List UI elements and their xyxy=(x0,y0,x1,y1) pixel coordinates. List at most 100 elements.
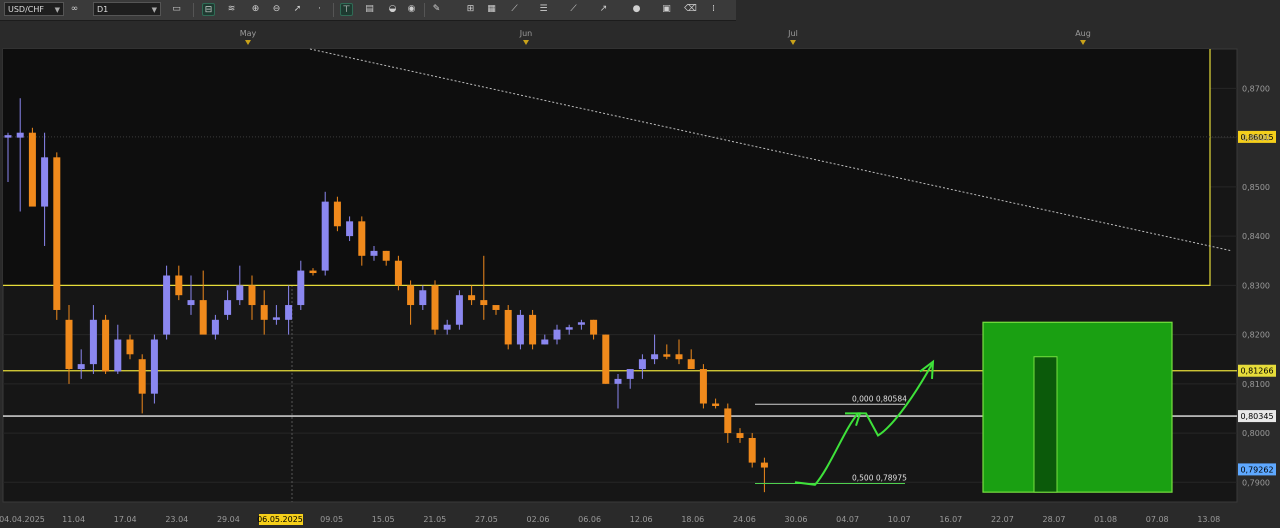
candle-body xyxy=(114,339,122,372)
cursor-icon[interactable]: ➚ xyxy=(291,3,304,16)
x-tick-label: 29.04 xyxy=(217,515,240,524)
candle-body xyxy=(236,285,244,301)
candle-body xyxy=(382,250,390,261)
x-tick-label: 06.06 xyxy=(578,515,601,524)
candle-body xyxy=(309,270,317,274)
price-chart[interactable]: 0,812660,803450,860150,79262 0,000 0,805… xyxy=(0,21,1280,528)
trade-icon[interactable]: ◒ xyxy=(386,3,399,16)
eraser-line-icon[interactable]: ⟋ xyxy=(508,3,521,16)
candle xyxy=(748,433,756,468)
chart-type-icon[interactable]: ▭ xyxy=(170,3,183,16)
pencil-icon[interactable]: ✎ xyxy=(430,3,443,16)
y-tick-label: 0,8400 xyxy=(1242,232,1270,241)
y-tick-label: 0,8700 xyxy=(1242,84,1270,93)
candle-body xyxy=(468,295,476,301)
x-tick-label: 30.06 xyxy=(785,515,808,524)
candle-body xyxy=(626,369,634,379)
price-tag-label: 0,79262 xyxy=(1240,465,1273,474)
x-tick-label: 16.07 xyxy=(939,515,962,524)
x-tick-label: 27.05 xyxy=(475,515,498,524)
month-label: Aug xyxy=(1075,29,1091,38)
candle-body xyxy=(687,359,695,370)
candle-body xyxy=(675,354,683,360)
timeframe-select[interactable]: D1 ▼ xyxy=(93,2,161,16)
window-icon[interactable]: ▣ xyxy=(660,3,673,16)
toolbar-divider xyxy=(193,3,194,17)
x-tick-label: 18.06 xyxy=(681,515,704,524)
candle-body xyxy=(602,334,610,384)
candle xyxy=(163,265,171,340)
candle xyxy=(455,290,463,330)
vertical-line-icon[interactable]: ⊤ xyxy=(340,3,353,16)
template-icon[interactable]: ▦ xyxy=(485,3,498,16)
candle-body xyxy=(89,319,97,365)
x-tick-label: 15.05 xyxy=(372,515,395,524)
candle-body xyxy=(138,359,146,394)
fib-level-label: 0,500 0,78975 xyxy=(852,474,907,483)
zoom-out-icon[interactable]: ⊖ xyxy=(270,3,283,16)
zoom-in-icon[interactable]: ⊕ xyxy=(249,3,262,16)
candle-body xyxy=(285,305,293,320)
candle-body xyxy=(333,201,341,227)
x-tick-label: 28.07 xyxy=(1043,515,1066,524)
y-tick-label: 0,8100 xyxy=(1242,380,1270,389)
candle-body xyxy=(541,339,549,345)
candle-body xyxy=(4,135,12,138)
symbol-select[interactable]: USD/CHF ▼ xyxy=(4,2,64,16)
candle-body xyxy=(407,285,415,306)
layout-icon[interactable]: ⊟ xyxy=(202,3,215,16)
x-tick-label: 04.04.2025 xyxy=(0,515,45,524)
arrow-icon[interactable]: ↗ xyxy=(597,3,610,16)
price-tag-label: 0,81266 xyxy=(1240,367,1273,376)
candle-body xyxy=(297,270,305,306)
candle-body xyxy=(553,329,561,340)
candle-body xyxy=(65,319,73,370)
candle xyxy=(333,196,341,232)
toolbar: USD/CHF ▼ ∞ D1 ▼ ▭ ⊟ ≋ ⊕ ⊖ ➚ · ⊤ ▤ ◒ ◉ ✎ ⊞… xyxy=(0,0,736,21)
candle-body xyxy=(529,314,537,345)
candle-body xyxy=(663,354,671,357)
candle-body xyxy=(455,295,463,325)
candle-body xyxy=(419,290,427,306)
candle-body xyxy=(516,314,524,345)
candle-body xyxy=(150,339,158,394)
delete-icon[interactable]: ⌫ xyxy=(684,3,697,16)
candle-body xyxy=(272,317,280,320)
chevron-down-icon: ▼ xyxy=(54,6,60,14)
range-box-fill xyxy=(3,49,1210,286)
x-tick-label: 12.06 xyxy=(630,515,653,524)
link-icon[interactable]: ∞ xyxy=(68,3,81,16)
candle-body xyxy=(248,285,256,306)
month-label: May xyxy=(240,29,257,38)
x-tick-label: 22.07 xyxy=(991,515,1014,524)
candle-body xyxy=(77,364,85,370)
candle-body xyxy=(724,408,732,434)
candle-body xyxy=(760,462,768,468)
candle-body xyxy=(102,319,110,372)
candle xyxy=(28,127,36,207)
dot-icon[interactable]: · xyxy=(313,3,326,16)
candle-body xyxy=(712,403,720,406)
palette-icon[interactable]: ◉ xyxy=(405,3,418,16)
more-icon[interactable]: ⁞ xyxy=(707,3,720,16)
candle xyxy=(150,334,158,404)
candle xyxy=(602,334,610,384)
candle-body xyxy=(28,132,36,207)
x-tick-label: 09.05 xyxy=(320,515,343,524)
channel-icon[interactable]: ☰ xyxy=(537,3,550,16)
candle-body xyxy=(224,300,232,315)
text-icon[interactable]: ▤ xyxy=(363,3,376,16)
candle-body xyxy=(614,378,622,384)
circle-icon[interactable]: ● xyxy=(630,3,643,16)
x-tick-label: 24.06 xyxy=(733,515,756,524)
candle-body xyxy=(443,324,451,330)
candle-body xyxy=(431,285,439,330)
toolbar-divider xyxy=(333,3,334,17)
indicator-icon[interactable]: ≋ xyxy=(225,3,238,16)
fib-icon[interactable]: ⟋ xyxy=(567,3,580,16)
candle-body xyxy=(370,250,378,256)
candle-body xyxy=(175,275,183,296)
candle-body xyxy=(736,433,744,438)
grid-icon[interactable]: ⊞ xyxy=(464,3,477,16)
candle-body xyxy=(638,359,646,370)
